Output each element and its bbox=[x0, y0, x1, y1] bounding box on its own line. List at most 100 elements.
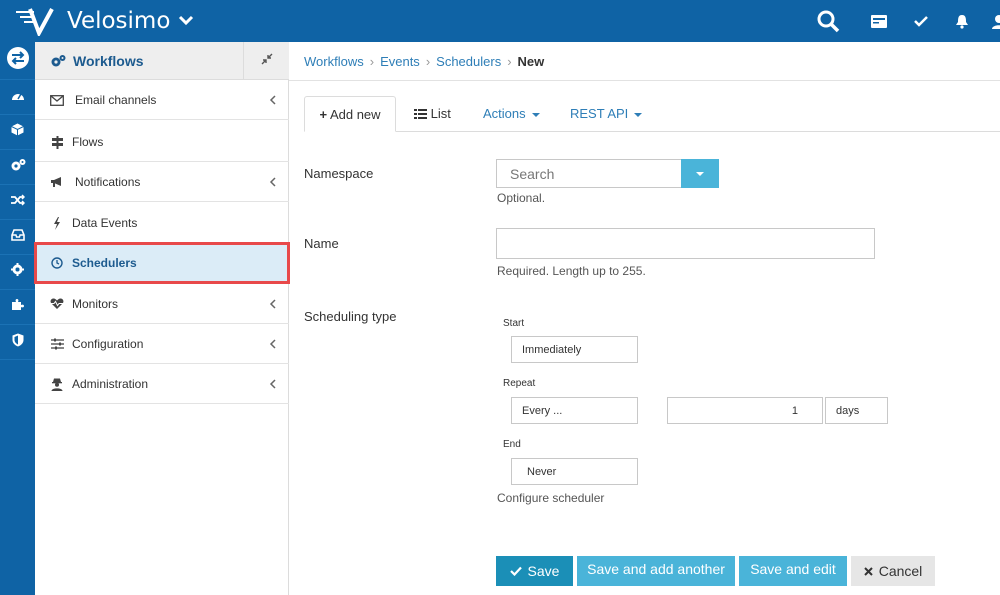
bell-icon[interactable] bbox=[951, 10, 973, 32]
chevron-down-icon[interactable] bbox=[178, 14, 194, 26]
rail-item-dashboard[interactable] bbox=[0, 80, 35, 115]
check-icon bbox=[509, 566, 522, 576]
name-label: Name bbox=[304, 236, 339, 251]
save-and-edit-label: Save and edit bbox=[750, 560, 836, 577]
rail-item-cube[interactable] bbox=[0, 115, 35, 150]
list-icon bbox=[414, 107, 427, 122]
chevron-left-icon bbox=[269, 339, 276, 349]
rail-item-cogs[interactable] bbox=[0, 150, 35, 185]
header-divider bbox=[289, 80, 1000, 81]
tabs-divider bbox=[304, 131, 1000, 132]
sidebar-item-schedulers[interactable]: Schedulers bbox=[34, 242, 290, 284]
sidebar-item-monitors[interactable]: Monitors bbox=[35, 284, 289, 324]
breadcrumb-separator: › bbox=[369, 54, 375, 69]
save-and-edit-button[interactable]: Save and edit bbox=[739, 556, 847, 586]
search-icon[interactable] bbox=[815, 8, 841, 34]
tab-label: List bbox=[430, 106, 451, 121]
user-secret-icon bbox=[50, 377, 64, 391]
tab-add-new[interactable]: + Add new bbox=[304, 96, 396, 132]
start-label: Start bbox=[503, 318, 525, 329]
chevron-left-icon bbox=[269, 177, 276, 187]
clock-icon bbox=[50, 256, 64, 270]
puzzle-icon bbox=[11, 298, 25, 316]
repeat-label: Repeat bbox=[503, 378, 536, 389]
breadcrumb-workflows[interactable]: Workflows bbox=[304, 54, 364, 69]
card-icon[interactable] bbox=[868, 10, 890, 32]
cancel-button[interactable]: Cancel bbox=[851, 556, 935, 586]
tab-rest-api[interactable]: REST API bbox=[570, 96, 643, 132]
sidebar-item-data-events[interactable]: Data Events bbox=[35, 203, 289, 243]
breadcrumb-separator: › bbox=[425, 54, 431, 69]
breadcrumb: Workflows › Events › Schedulers › New bbox=[304, 54, 544, 69]
sidebar: Workflows Email channels Flows Notificat… bbox=[34, 42, 290, 595]
chevron-left-icon bbox=[269, 379, 276, 389]
cube-icon bbox=[11, 123, 24, 141]
plus-icon: + bbox=[319, 107, 328, 122]
save-and-add-another-button[interactable]: Save and add another bbox=[577, 556, 735, 586]
rail-item-workflows[interactable] bbox=[0, 42, 35, 80]
user-icon[interactable] bbox=[990, 10, 1000, 32]
inbox-icon bbox=[10, 228, 25, 246]
rail-item-random[interactable] bbox=[0, 185, 35, 220]
save-button-label: Save bbox=[527, 563, 560, 579]
start-select[interactable]: Immediately bbox=[511, 336, 638, 363]
rail-item-inbox[interactable] bbox=[0, 220, 35, 255]
namespace-search-input[interactable]: Search bbox=[496, 159, 682, 188]
sidebar-item-label: Administration bbox=[72, 377, 149, 391]
repeat-count-input[interactable]: 1 bbox=[667, 397, 823, 424]
caret-down-icon bbox=[634, 112, 643, 117]
breadcrumb-current: New bbox=[517, 54, 545, 69]
cogs-icon bbox=[51, 55, 66, 67]
breadcrumb-schedulers[interactable]: Schedulers bbox=[436, 54, 501, 69]
velosimo-logo[interactable] bbox=[14, 6, 58, 36]
shield-icon bbox=[12, 333, 24, 352]
tab-label: REST API bbox=[570, 106, 629, 121]
sidebar-item-label: Schedulers bbox=[72, 256, 137, 270]
sidebar-item-label: Data Events bbox=[72, 216, 138, 230]
envelope-icon bbox=[50, 93, 64, 107]
repeat-select[interactable]: Every ... bbox=[511, 397, 638, 424]
compress-icon bbox=[261, 52, 273, 70]
close-icon bbox=[863, 566, 873, 576]
signpost-icon bbox=[50, 135, 64, 149]
breadcrumb-separator: › bbox=[507, 54, 512, 69]
name-input[interactable] bbox=[496, 228, 875, 259]
repeat-unit-select[interactable]: days bbox=[825, 397, 888, 424]
tab-list[interactable]: List bbox=[414, 96, 451, 132]
namespace-help: Optional. bbox=[497, 191, 546, 205]
end-label: End bbox=[503, 439, 521, 450]
end-select[interactable]: Never bbox=[511, 458, 638, 485]
cancel-button-label: Cancel bbox=[878, 563, 923, 579]
sidebar-header: Workflows bbox=[35, 42, 289, 80]
rail-item-plugins[interactable] bbox=[0, 290, 35, 325]
namespace-dropdown-button[interactable] bbox=[681, 159, 719, 188]
gear-icon bbox=[11, 263, 24, 281]
breadcrumb-events[interactable]: Events bbox=[380, 54, 420, 69]
sidebar-item-flows[interactable]: Flows bbox=[35, 122, 289, 162]
bullhorn-icon bbox=[50, 175, 64, 189]
tab-label: Add new bbox=[329, 107, 381, 122]
save-button[interactable]: Save bbox=[496, 556, 573, 586]
rail-item-security[interactable] bbox=[0, 325, 35, 360]
caret-down-icon bbox=[696, 171, 704, 176]
tab-actions[interactable]: Actions bbox=[483, 96, 540, 132]
sidebar-item-notifications[interactable]: Notifications bbox=[35, 162, 289, 202]
brand-name[interactable]: Velosimo bbox=[67, 8, 170, 34]
check-icon[interactable] bbox=[910, 10, 932, 32]
chevron-left-icon bbox=[269, 95, 276, 105]
chevron-left-icon bbox=[269, 299, 276, 309]
random-icon bbox=[10, 193, 25, 211]
top-bar: Velosimo bbox=[0, 0, 1000, 42]
sidebar-item-label: Monitors bbox=[72, 297, 119, 311]
tab-label: Actions bbox=[483, 106, 526, 121]
sidebar-item-administration[interactable]: Administration bbox=[35, 364, 289, 404]
scheduling-type-label: Scheduling type bbox=[304, 309, 397, 324]
collapse-sidebar-button[interactable] bbox=[243, 42, 289, 80]
sidebar-item-label: Configuration bbox=[72, 337, 144, 351]
save-and-add-another-label: Save and add another bbox=[587, 560, 725, 577]
sidebar-item-configuration[interactable]: Configuration bbox=[35, 324, 289, 364]
dashboard-icon bbox=[11, 88, 25, 106]
rail-item-settings[interactable] bbox=[0, 255, 35, 290]
sidebar-item-email-channels[interactable]: Email channels bbox=[35, 80, 289, 120]
namespace-label: Namespace bbox=[304, 166, 374, 181]
